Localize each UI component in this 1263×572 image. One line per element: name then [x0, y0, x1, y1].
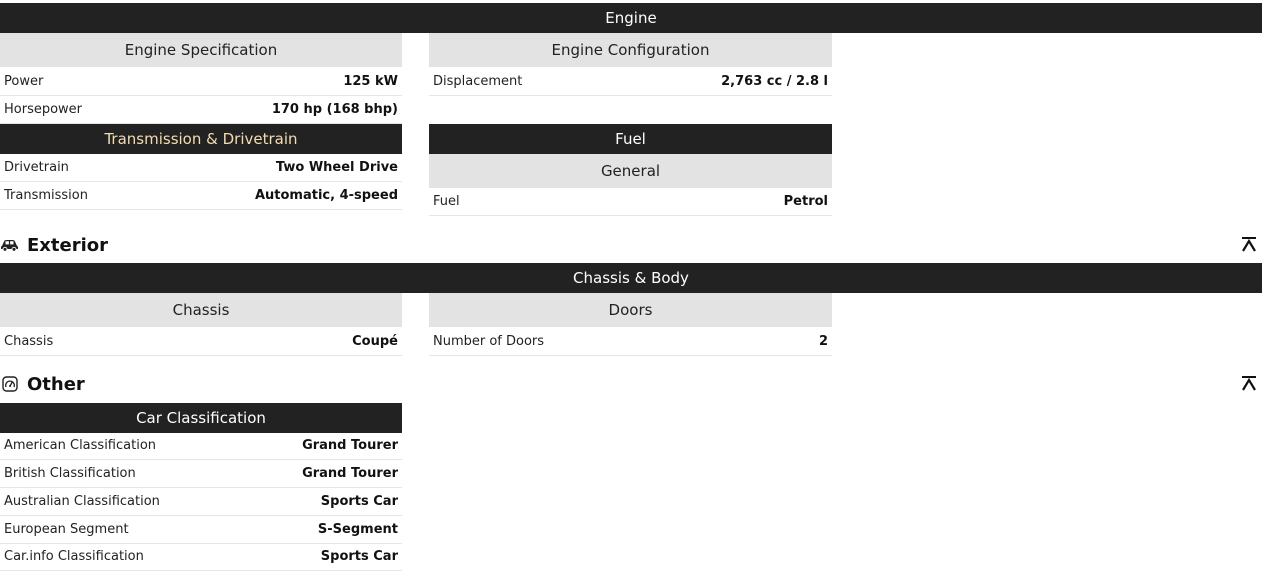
- table-row: Displacement 2,763 cc / 2.8 l: [429, 68, 832, 96]
- row-value: 125 kW: [343, 74, 398, 89]
- table-row: European Segment S-Segment: [0, 516, 402, 544]
- doors-subheader: Doors: [429, 293, 832, 327]
- table-row: American Classification Grand Tourer: [0, 432, 402, 460]
- row-label: British Classification: [4, 466, 136, 481]
- row-value: Sports Car: [320, 549, 398, 564]
- other-section-title: Other: [0, 373, 85, 395]
- row-value: Grand Tourer: [302, 466, 398, 481]
- chassis-subheader: Chassis: [0, 293, 402, 327]
- row-label: Chassis: [4, 334, 54, 349]
- table-row: Horsepower 170 hp (168 bhp): [0, 96, 402, 124]
- row-value: Automatic, 4-speed: [254, 188, 398, 203]
- car-classification-header: Car Classification: [0, 403, 402, 433]
- row-value: Petrol: [783, 194, 828, 209]
- engine-specification-header: Engine Specification: [0, 33, 402, 67]
- table-row: Number of Doors 2: [429, 328, 832, 356]
- row-label: European Segment: [4, 522, 129, 537]
- collapse-up-icon[interactable]: [1240, 235, 1258, 253]
- row-label: Horsepower: [4, 102, 83, 117]
- row-value: 170 hp (168 bhp): [271, 102, 398, 117]
- table-row: Transmission Automatic, 4-speed: [0, 182, 402, 210]
- row-value: 2,763 cc / 2.8 l: [721, 74, 828, 89]
- row-value: Coupé: [352, 334, 398, 349]
- fuel-general-header: General: [429, 154, 832, 188]
- row-label: American Classification: [4, 438, 157, 453]
- exterior-section-title: Exterior: [0, 234, 108, 256]
- fuel-header: Fuel: [429, 124, 832, 154]
- row-label: Australian Classification: [4, 494, 160, 509]
- section-title: Other: [27, 373, 85, 395]
- speedometer-icon: [0, 376, 19, 392]
- row-label: Fuel: [433, 194, 460, 209]
- row-value: Grand Tourer: [302, 438, 398, 453]
- section-title: Exterior: [27, 234, 109, 256]
- row-label: Power: [4, 74, 44, 89]
- table-row: Car.info Classification Sports Car: [0, 543, 402, 571]
- table-row: Power 125 kW: [0, 68, 402, 96]
- row-value: S-Segment: [317, 522, 398, 537]
- engine-configuration-header: Engine Configuration: [429, 33, 832, 67]
- car-icon: [0, 237, 19, 253]
- table-row: Australian Classification Sports Car: [0, 488, 402, 516]
- collapse-up-icon[interactable]: [1240, 374, 1258, 392]
- engine-header: Engine: [0, 3, 1262, 33]
- row-label: Transmission: [4, 188, 88, 203]
- row-label: Number of Doors: [433, 334, 545, 349]
- row-value: 2: [818, 334, 828, 349]
- row-label: Car.info Classification: [4, 549, 144, 564]
- row-label: Drivetrain: [4, 160, 69, 175]
- table-row: Fuel Petrol: [429, 188, 832, 216]
- transmission-header: Transmission & Drivetrain: [0, 124, 402, 154]
- table-row: British Classification Grand Tourer: [0, 460, 402, 488]
- row-value: Sports Car: [320, 494, 398, 509]
- row-label: Displacement: [433, 74, 523, 89]
- chassis-body-header: Chassis & Body: [0, 263, 1262, 293]
- table-row: Drivetrain Two Wheel Drive: [0, 154, 402, 182]
- row-value: Two Wheel Drive: [275, 160, 398, 175]
- table-row: Chassis Coupé: [0, 328, 402, 356]
